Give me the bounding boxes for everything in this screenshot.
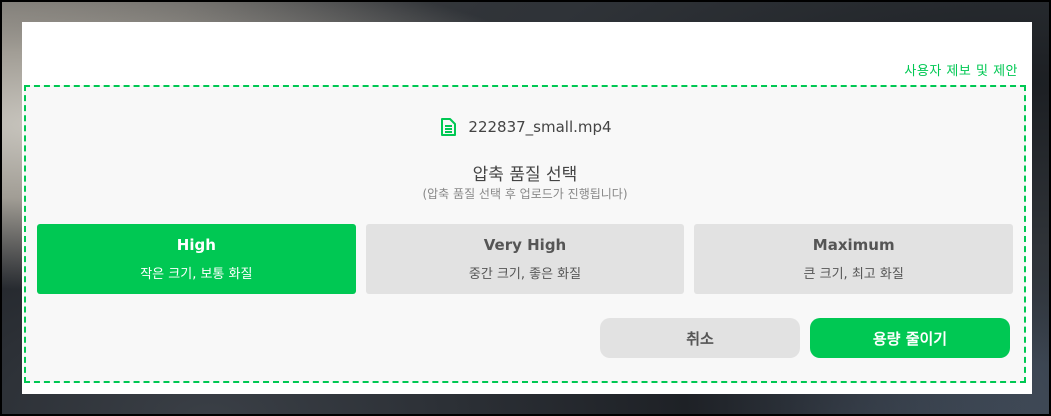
option-description: 큰 크기, 최고 화질 bbox=[803, 267, 904, 282]
option-description: 작은 크기, 보통 화질 bbox=[140, 267, 253, 282]
option-description: 중간 크기, 좋은 화질 bbox=[468, 267, 582, 282]
dialog-subtitle: (압축 품질 선택 후 업로드가 진행됩니다) bbox=[422, 187, 628, 201]
option-name: High bbox=[176, 236, 216, 254]
document-icon bbox=[438, 117, 458, 137]
dialog-title: 압축 품질 선택 bbox=[472, 165, 578, 185]
quality-option-maximum[interactable]: Maximum 큰 크기, 최고 화질 bbox=[694, 224, 1014, 294]
compression-dialog: 사용자 제보 및 제안 222837_small.mp4 압축 품질 선택 (압… bbox=[22, 22, 1032, 394]
option-name: Maximum bbox=[812, 236, 895, 254]
dialog-actions: 취소 용량 줄이기 bbox=[600, 318, 1010, 358]
upload-dropzone[interactable]: 222837_small.mp4 압축 품질 선택 (압축 품질 선택 후 업로… bbox=[24, 85, 1026, 383]
cancel-button[interactable]: 취소 bbox=[600, 318, 800, 358]
file-info: 222837_small.mp4 bbox=[26, 117, 1024, 137]
quality-options: High 작은 크기, 보통 화질 Very High 중간 크기, 좋은 화질… bbox=[37, 224, 1014, 294]
file-name: 222837_small.mp4 bbox=[468, 118, 612, 136]
quality-option-high[interactable]: High 작은 크기, 보통 화질 bbox=[37, 224, 356, 294]
option-name: Very High bbox=[483, 236, 567, 254]
user-feedback-link[interactable]: 사용자 제보 및 제안 bbox=[904, 60, 1018, 79]
reduce-size-button[interactable]: 용량 줄이기 bbox=[810, 318, 1010, 358]
quality-option-very-high[interactable]: Very High 중간 크기, 좋은 화질 bbox=[365, 224, 685, 294]
